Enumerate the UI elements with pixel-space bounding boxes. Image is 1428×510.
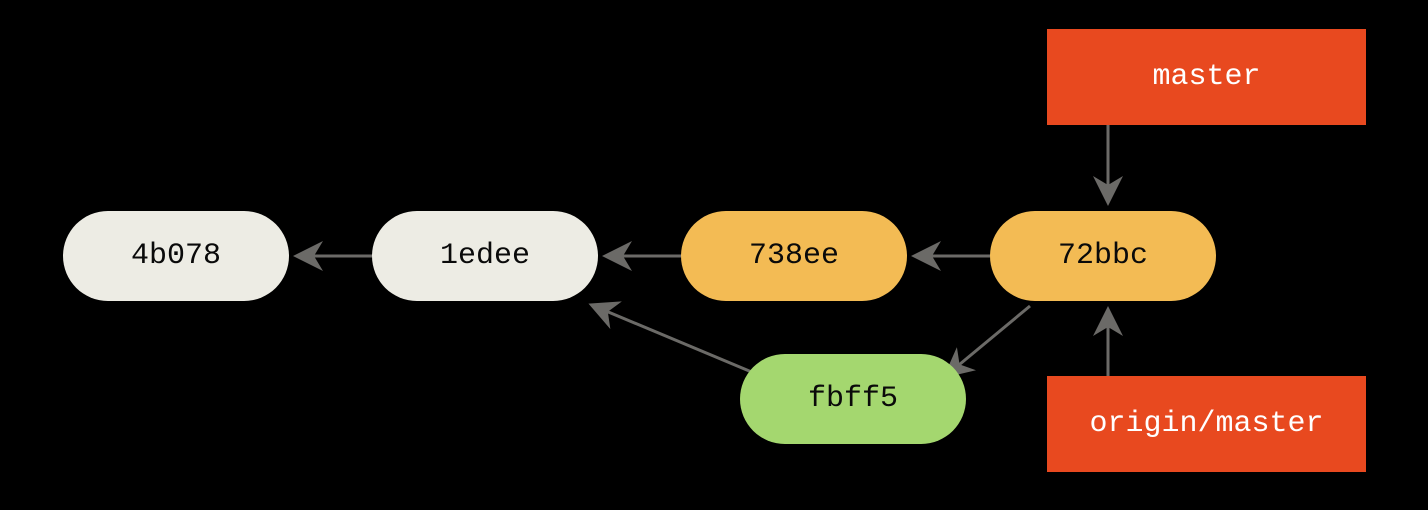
edge-fbff5-1edee bbox=[594, 306, 766, 378]
commit-1edee: 1edee bbox=[372, 211, 598, 301]
ref-origin-master: origin/master bbox=[1047, 376, 1366, 472]
commit-label: 738ee bbox=[749, 239, 839, 273]
commit-fbff5: fbff5 bbox=[740, 354, 966, 444]
ref-label: origin/master bbox=[1089, 407, 1323, 441]
git-graph: 4b078 1edee 738ee 72bbc fbff5 master ori… bbox=[0, 0, 1428, 510]
commit-label: 4b078 bbox=[131, 239, 221, 273]
ref-label: master bbox=[1152, 60, 1260, 94]
commit-label: 72bbc bbox=[1058, 239, 1148, 273]
ref-master: master bbox=[1047, 29, 1366, 125]
commit-label: fbff5 bbox=[808, 382, 898, 416]
commit-4b078: 4b078 bbox=[63, 211, 289, 301]
edge-72bbc-fbff5 bbox=[948, 306, 1030, 374]
commit-738ee: 738ee bbox=[681, 211, 907, 301]
commit-72bbc: 72bbc bbox=[990, 211, 1216, 301]
commit-label: 1edee bbox=[440, 239, 530, 273]
